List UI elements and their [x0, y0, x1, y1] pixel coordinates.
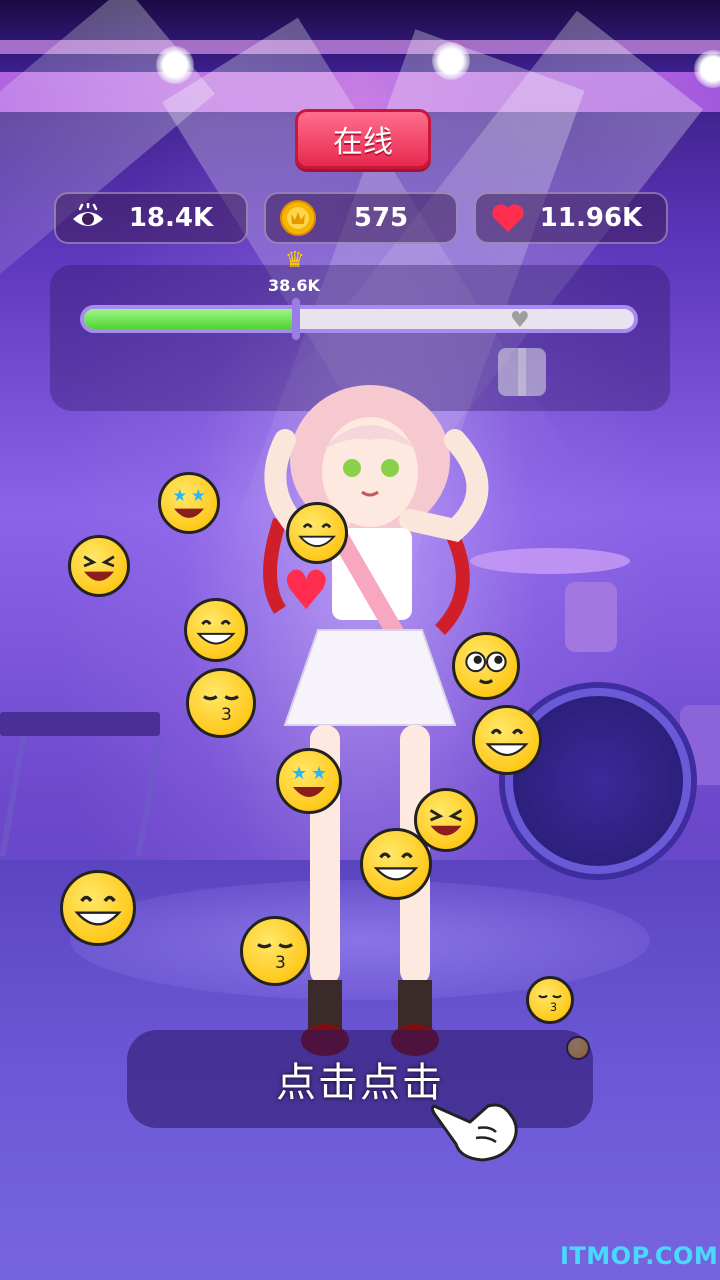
stage-lamp — [156, 46, 194, 84]
views-stat: 18.4K — [54, 192, 248, 244]
milestone-label: 38.6K — [268, 276, 320, 295]
drum-prop — [565, 582, 617, 652]
gift-icon[interactable] — [498, 348, 546, 396]
svg-text:3: 3 — [275, 953, 286, 973]
heart-icon — [490, 200, 526, 236]
kiss-emoji: 3 — [186, 668, 256, 738]
big-heart-icon: ♥ — [282, 559, 331, 622]
likes-value: 11.96K — [539, 203, 643, 233]
progress-end-heart-icon: ♥ — [510, 308, 530, 333]
stage-lamp — [432, 42, 470, 80]
kiss-emoji: 3 — [526, 976, 574, 1024]
rolling-eyes-emoji — [452, 632, 520, 700]
coin-icon — [280, 200, 316, 236]
online-button[interactable]: 在线 — [295, 109, 431, 169]
svg-text:★: ★ — [172, 485, 187, 505]
views-value: 18.4K — [128, 203, 214, 233]
svg-text:★: ★ — [191, 485, 206, 505]
progress-marker — [292, 298, 300, 340]
tap-button[interactable]: 点击点击 — [127, 1030, 593, 1128]
coins-value: 575 — [353, 203, 409, 233]
svg-text:3: 3 — [550, 1001, 557, 1014]
star-eyes-emoji: ★ ★ — [158, 472, 220, 534]
progress-bar — [80, 305, 638, 333]
crown-icon: ♛ — [285, 248, 305, 273]
grin-emoji — [472, 705, 542, 775]
likes-stat: 11.96K — [474, 192, 668, 244]
pointing-hand-icon — [430, 1103, 518, 1162]
svg-text:3: 3 — [221, 705, 232, 725]
grin-emoji — [60, 870, 136, 946]
laughing-emoji — [68, 535, 130, 597]
star-eyes-emoji: ★ ★ — [276, 748, 342, 814]
watermark: ITMOP.COM — [560, 1242, 719, 1270]
kiss-emoji: 3 — [240, 916, 310, 986]
progress-fill — [84, 309, 299, 329]
svg-text:★: ★ — [311, 763, 327, 784]
coins-stat: 575 — [264, 192, 458, 244]
tap-label: 点击点击 — [276, 1060, 444, 1106]
grin-emoji — [286, 502, 348, 564]
keyboard-stand — [0, 736, 163, 856]
svg-text:★: ★ — [291, 763, 307, 784]
keyboard-prop — [0, 712, 160, 736]
grin-emoji — [360, 828, 432, 900]
grin-emoji — [184, 598, 248, 662]
eye-icon — [70, 200, 106, 236]
